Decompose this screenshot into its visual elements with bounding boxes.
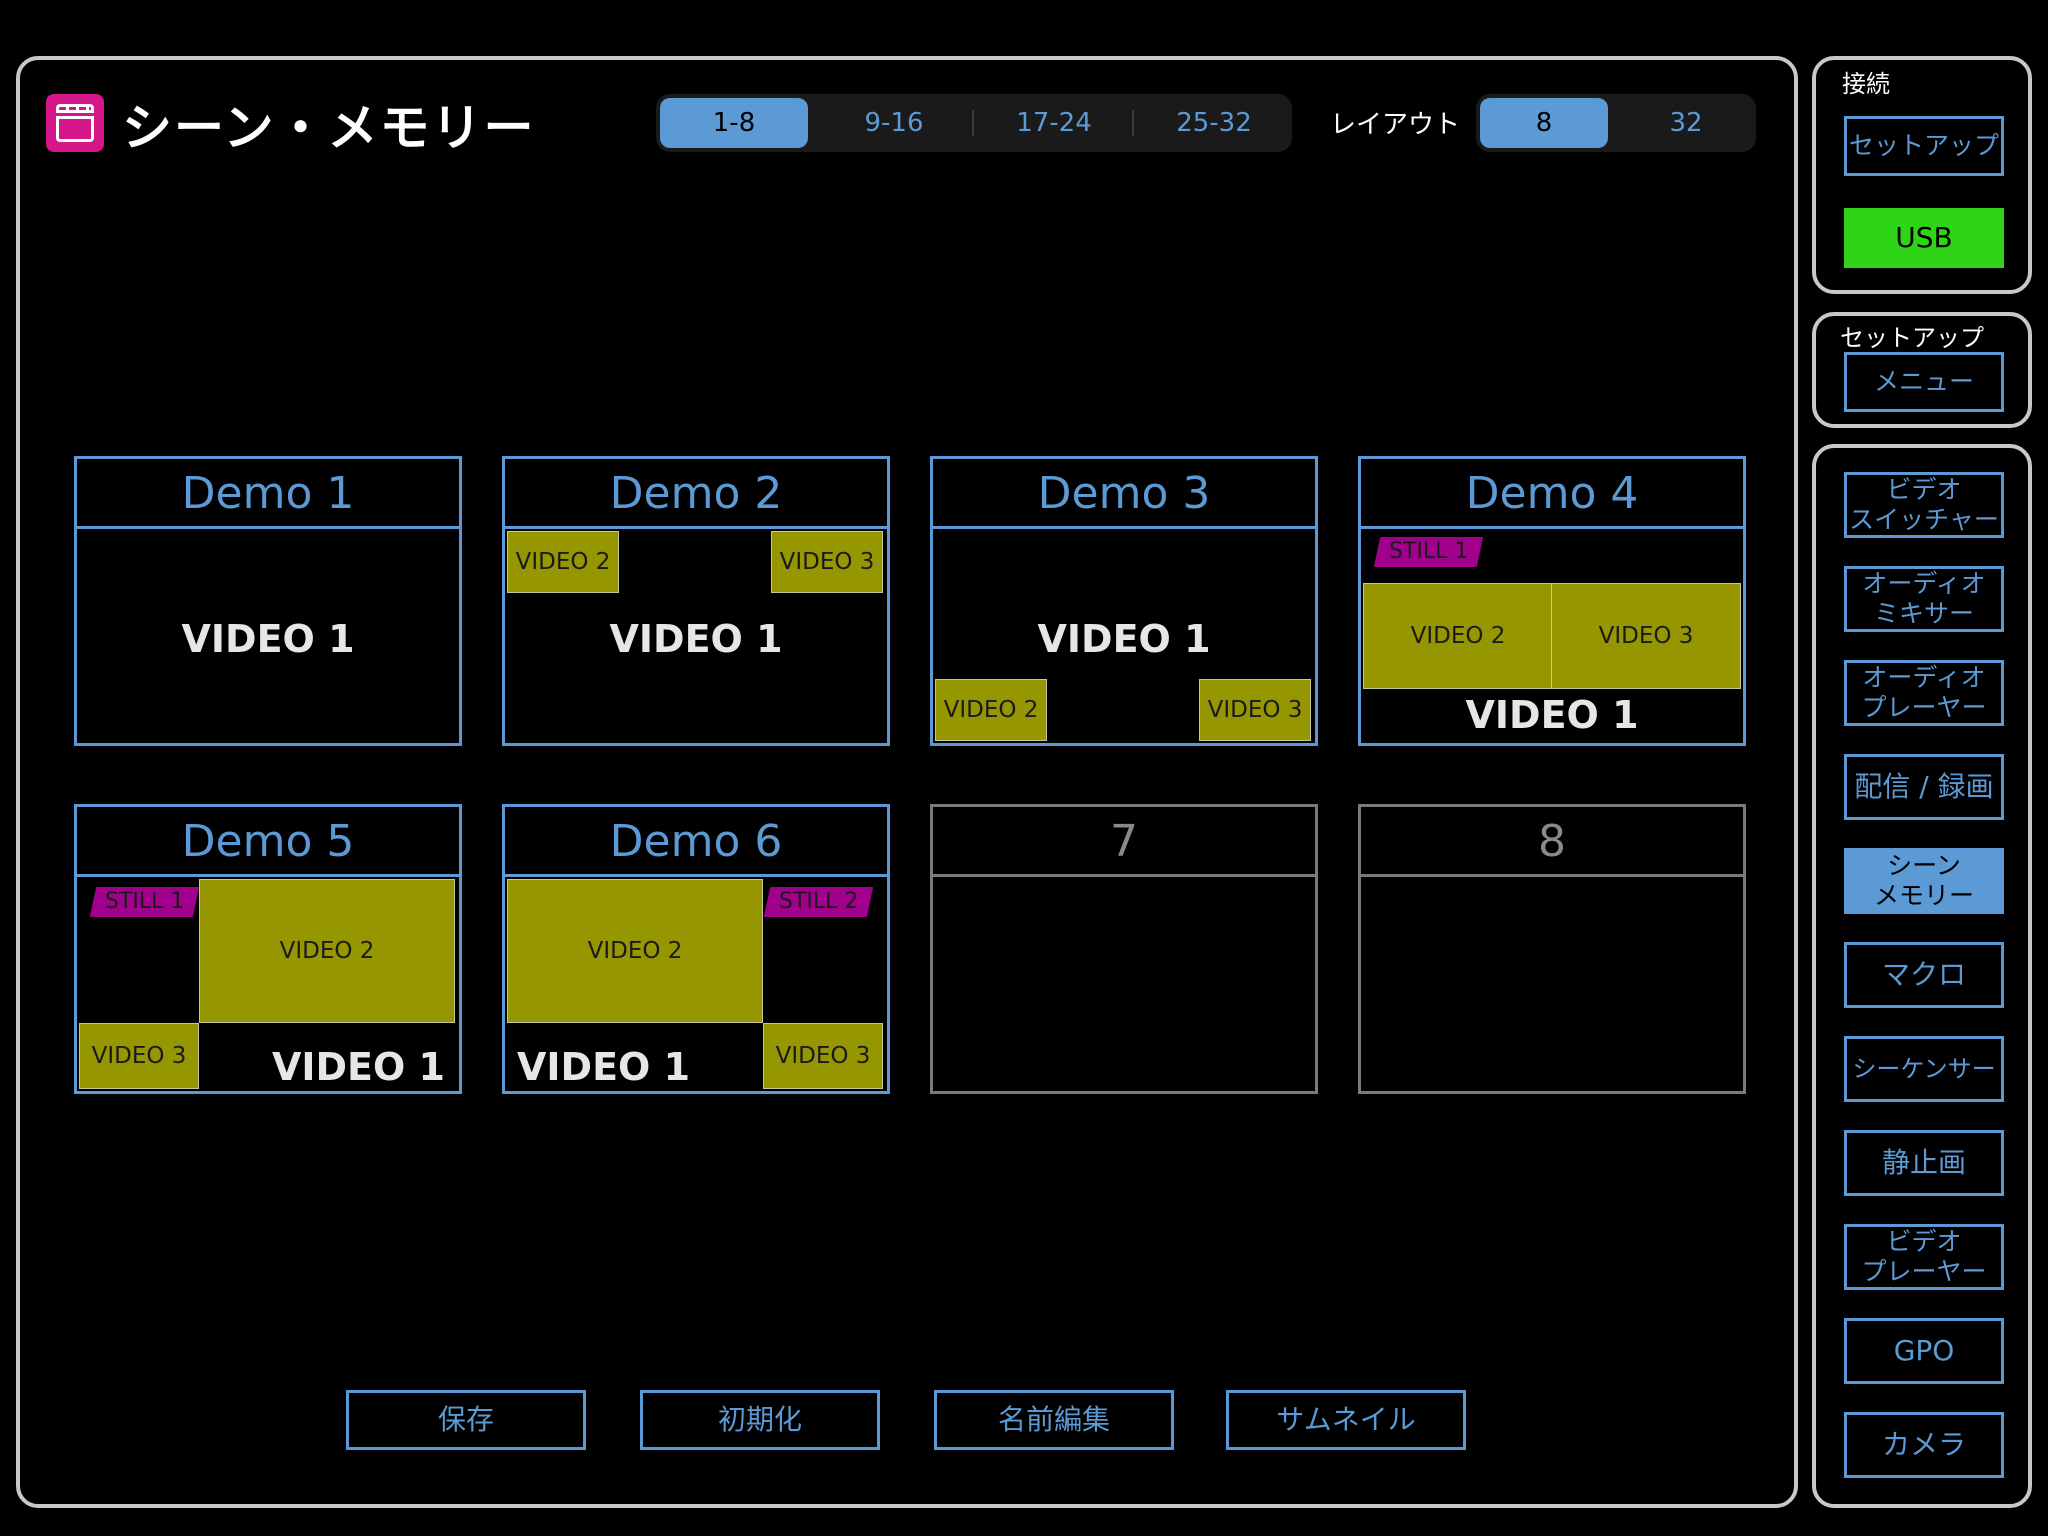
still-tag: STILL 2	[763, 887, 874, 917]
scene-card-3[interactable]: Demo 3 VIDEO 1 VIDEO 2 VIDEO 3	[930, 456, 1318, 746]
sidebar-item-macro[interactable]: マクロ	[1844, 942, 2004, 1008]
scene-name: Demo 3	[933, 459, 1315, 529]
scene-name: Demo 4	[1361, 459, 1743, 529]
scene-name: Demo 6	[505, 807, 887, 877]
connection-setup-button[interactable]: セットアップ	[1844, 116, 2004, 176]
sub-video-box: VIDEO 3	[79, 1023, 199, 1089]
main-video-label: VIDEO 1	[609, 617, 783, 661]
sub-video-box: VIDEO 2	[507, 531, 619, 593]
sidebar-item-label: ミキサー	[1873, 599, 1974, 628]
connection-label: 接続	[1842, 70, 1890, 98]
usb-status: USB	[1844, 208, 2004, 268]
sidebar-item-label: メモリー	[1873, 881, 1974, 910]
sidebar-item-audio-mixer[interactable]: オーディオ ミキサー	[1844, 566, 2004, 632]
scene-card-8[interactable]: 8	[1358, 804, 1746, 1094]
scene-card-7[interactable]: 7	[930, 804, 1318, 1094]
sidebar-item-audio-player[interactable]: オーディオ プレーヤー	[1844, 660, 2004, 726]
sidebar-item-label: オーディオ	[1862, 569, 1986, 598]
sub-video-box: VIDEO 3	[1199, 679, 1311, 741]
main-video-label: VIDEO 1	[181, 617, 355, 661]
page-title: シーン・メモリー	[122, 99, 536, 157]
layout-tabs: 8 32	[1476, 94, 1756, 152]
sub-video-box: VIDEO 3	[1551, 583, 1741, 689]
sidebar-item-camera[interactable]: カメラ	[1844, 1412, 2004, 1478]
still-tag-label: STILL 1	[105, 889, 185, 914]
sidebar-item-sequencer[interactable]: シーケンサー	[1844, 1036, 2004, 1102]
clapperboard-icon	[46, 94, 104, 152]
still-tag: STILL 1	[89, 887, 200, 917]
scene-preview: VIDEO 1 VIDEO 2 VIDEO 3	[933, 529, 1315, 743]
sidebar-item-label: プレーヤー	[1861, 693, 1987, 722]
scene-preview: VIDEO 2 VIDEO 3 VIDEO 1	[505, 529, 887, 743]
sidebar-item-stream-record[interactable]: 配信 / 録画	[1844, 754, 2004, 820]
bank-tabs: 1-8 9-16 17-24 25-32	[656, 94, 1292, 152]
sidebar-item-label: ビデオ	[1886, 1227, 1962, 1256]
sidebar-item-label: スイッチャー	[1849, 505, 1999, 534]
sidebar-item-scene-memory[interactable]: シーン メモリー	[1844, 848, 2004, 914]
menu-button[interactable]: メニュー	[1844, 352, 2004, 412]
scene-name: 7	[933, 807, 1315, 877]
layout-option-32[interactable]: 32	[1620, 98, 1752, 148]
scene-name: Demo 5	[77, 807, 459, 877]
scene-name: Demo 1	[77, 459, 459, 529]
scene-card-2[interactable]: Demo 2 VIDEO 2 VIDEO 3 VIDEO 1	[502, 456, 890, 746]
scene-preview: VIDEO 2 STILL 1 VIDEO 3 VIDEO 1	[77, 877, 459, 1091]
tab-bank-1-8[interactable]: 1-8	[660, 98, 808, 148]
still-tag: STILL 1	[1373, 537, 1484, 567]
sub-video-box: VIDEO 3	[763, 1023, 883, 1089]
scene-preview: STILL 1 VIDEO 2 VIDEO 3 VIDEO 1	[1361, 529, 1743, 743]
main-video-label: VIDEO 1	[1465, 693, 1639, 737]
main-panel	[16, 56, 1798, 1508]
main-video-label: VIDEO 1	[517, 1045, 691, 1089]
sub-video-box: VIDEO 2	[935, 679, 1047, 741]
scene-preview	[933, 877, 1315, 1091]
sidebar-item-gpo[interactable]: GPO	[1844, 1318, 2004, 1384]
layout-option-8[interactable]: 8	[1480, 98, 1608, 148]
scene-name: Demo 2	[505, 459, 887, 529]
scene-preview: VIDEO 2 STILL 2 VIDEO 3 VIDEO 1	[505, 877, 887, 1091]
tab-divider	[1132, 110, 1134, 136]
rename-button[interactable]: 名前編集	[934, 1390, 1174, 1450]
sub-video-box: VIDEO 2	[1363, 583, 1553, 689]
tab-bank-9-16[interactable]: 9-16	[820, 98, 968, 148]
still-tag-label: STILL 2	[779, 889, 859, 914]
sidebar-item-still-image[interactable]: 静止画	[1844, 1130, 2004, 1196]
sidebar-item-label: シーン	[1887, 851, 1961, 880]
sidebar-item-label: オーディオ	[1862, 663, 1986, 692]
tab-bank-17-24[interactable]: 17-24	[980, 98, 1128, 148]
sidebar-item-video-switcher[interactable]: ビデオ スイッチャー	[1844, 472, 2004, 538]
scene-card-6[interactable]: Demo 6 VIDEO 2 STILL 2 VIDEO 3 VIDEO 1	[502, 804, 890, 1094]
layout-label: レイアウト	[1330, 110, 1461, 140]
scene-card-1[interactable]: Demo 1 VIDEO 1	[74, 456, 462, 746]
sub-video-box: VIDEO 2	[199, 879, 455, 1023]
save-button[interactable]: 保存	[346, 1390, 586, 1450]
scene-preview: VIDEO 1	[77, 529, 459, 743]
initialize-button[interactable]: 初期化	[640, 1390, 880, 1450]
setup-label: セットアップ	[1840, 324, 1984, 352]
sidebar-item-label: ビデオ	[1886, 475, 1962, 504]
thumbnail-button[interactable]: サムネイル	[1226, 1390, 1466, 1450]
sidebar-item-video-player[interactable]: ビデオ プレーヤー	[1844, 1224, 2004, 1290]
tab-bank-25-32[interactable]: 25-32	[1140, 98, 1288, 148]
scene-name: 8	[1361, 807, 1743, 877]
tab-divider	[972, 110, 974, 136]
sidebar-item-label: プレーヤー	[1861, 1257, 1987, 1286]
sub-video-box: VIDEO 3	[771, 531, 883, 593]
sub-video-box: VIDEO 2	[507, 879, 763, 1023]
scene-card-4[interactable]: Demo 4 STILL 1 VIDEO 2 VIDEO 3 VIDEO 1	[1358, 456, 1746, 746]
scene-preview	[1361, 877, 1743, 1091]
main-video-label: VIDEO 1	[271, 1045, 445, 1089]
main-video-label: VIDEO 1	[1037, 617, 1211, 661]
still-tag-label: STILL 1	[1389, 539, 1469, 564]
scene-card-5[interactable]: Demo 5 VIDEO 2 STILL 1 VIDEO 3 VIDEO 1	[74, 804, 462, 1094]
